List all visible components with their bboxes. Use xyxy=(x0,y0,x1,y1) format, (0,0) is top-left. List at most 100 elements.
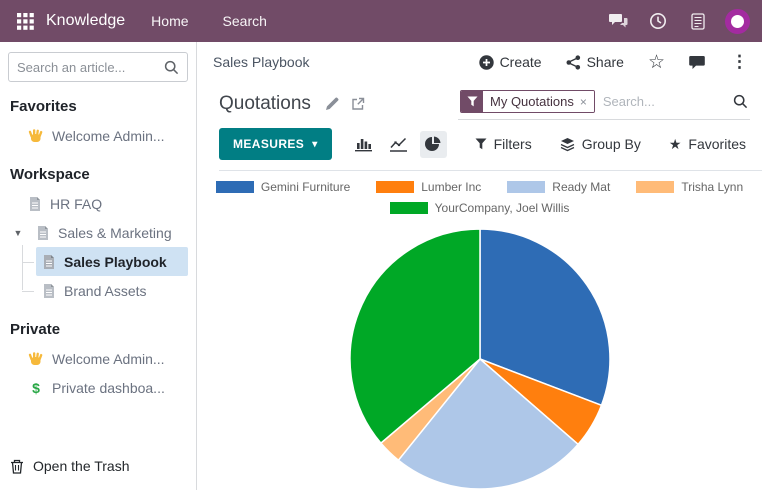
legend-label: YourCompany, Joel Willis xyxy=(435,201,570,215)
bar-chart-icon xyxy=(355,137,372,152)
sidebar-item-brand-assets[interactable]: Brand Assets xyxy=(36,276,188,305)
topbar: Knowledge Home Search xyxy=(0,0,762,42)
legend-label: Gemini Furniture xyxy=(261,180,350,194)
section-private-title: Private xyxy=(8,321,188,338)
hand-wave-icon xyxy=(28,128,44,144)
pie-chart-area xyxy=(197,228,762,490)
share-button[interactable]: Share xyxy=(566,54,624,70)
legend-swatch xyxy=(636,181,674,193)
facet-label: My Quotations xyxy=(490,94,574,109)
sidebar-item-sales-marketing[interactable]: ▼ Sales & Marketing xyxy=(8,218,188,247)
article-search-input[interactable] xyxy=(17,60,164,75)
embedded-view-header: Quotations My Quotations xyxy=(197,82,762,120)
sales-marketing-children: Sales Playbook Brand Assets xyxy=(22,247,188,305)
article-search-box[interactable] xyxy=(8,52,188,82)
document-icon xyxy=(42,283,56,299)
sidebar-item-label: Private dashboa... xyxy=(52,380,165,396)
bar-chart-button[interactable] xyxy=(350,131,377,158)
section-favorites-title: Favorites xyxy=(8,98,188,115)
breadcrumb-bar: Sales Playbook Create Share ☆ xyxy=(197,42,762,82)
modules-icon[interactable] xyxy=(683,8,713,34)
legend-label: Trisha Lynn xyxy=(681,180,743,194)
legend-item[interactable]: Trisha Lynn xyxy=(636,180,743,194)
create-button[interactable]: Create xyxy=(479,54,542,70)
menu-home[interactable]: Home xyxy=(151,13,188,29)
main-content: Sales Playbook Create Share ☆ xyxy=(197,42,762,490)
group-by-label: Group By xyxy=(582,136,641,152)
star-filled-icon: ★ xyxy=(669,136,682,153)
expander-icon[interactable]: ▼ xyxy=(8,228,28,238)
sidebar-item-private-dashboard[interactable]: $ Private dashboa... xyxy=(8,373,188,402)
document-icon xyxy=(28,196,42,212)
apps-grid-icon[interactable] xyxy=(12,8,38,34)
create-label: Create xyxy=(500,54,542,70)
pie-chart xyxy=(349,228,611,490)
view-search-bar: My Quotations × xyxy=(458,88,750,120)
measures-label: MEASURES xyxy=(233,137,304,151)
open-trash-label: Open the Trash xyxy=(33,458,130,474)
legend-label: Ready Mat xyxy=(552,180,610,194)
legend-swatch xyxy=(507,181,545,193)
share-label: Share xyxy=(587,54,624,70)
menu-search[interactable]: Search xyxy=(223,13,267,29)
document-icon xyxy=(42,254,56,270)
sidebar-item-hr-faq[interactable]: HR FAQ xyxy=(8,189,188,218)
knowledge-sidebar: Favorites Welcome Admin... Workspace HR … xyxy=(0,42,197,490)
section-workspace-title: Workspace xyxy=(8,166,188,183)
document-icon xyxy=(36,225,50,241)
sidebar-item-label: Sales Playbook xyxy=(64,254,167,270)
edit-pencil-icon[interactable] xyxy=(325,97,339,111)
sidebar-item-sales-playbook[interactable]: Sales Playbook xyxy=(36,247,188,276)
sidebar-item-label: Sales & Marketing xyxy=(58,225,172,241)
sidebar-item-welcome-favorite[interactable]: Welcome Admin... xyxy=(8,121,188,150)
hand-wave-icon xyxy=(28,351,44,367)
line-chart-button[interactable] xyxy=(385,131,412,158)
favorites-button[interactable]: ★ Favorites xyxy=(669,136,746,153)
pie-chart-button[interactable] xyxy=(420,131,447,158)
view-search-input[interactable] xyxy=(595,94,733,109)
filters-button[interactable]: Filters xyxy=(475,136,532,152)
legend-item[interactable]: YourCompany, Joel Willis xyxy=(390,201,570,215)
caret-down-icon: ▾ xyxy=(312,139,317,150)
filter-funnel-icon xyxy=(475,138,487,150)
user-avatar[interactable] xyxy=(725,9,750,34)
sidebar-item-welcome-private[interactable]: Welcome Admin... xyxy=(8,344,188,373)
chatter-icon[interactable] xyxy=(689,55,707,70)
layers-icon xyxy=(560,137,575,152)
trash-icon xyxy=(10,459,24,474)
legend-label: Lumber Inc xyxy=(421,180,481,194)
chart-legend: Gemini Furniture Lumber Inc Ready Mat Trish… xyxy=(197,180,762,222)
line-chart-icon xyxy=(390,137,407,152)
search-icon[interactable] xyxy=(733,94,748,109)
breadcrumb[interactable]: Sales Playbook xyxy=(213,54,310,70)
favorite-star-icon[interactable]: ☆ xyxy=(648,53,665,72)
plus-circle-icon xyxy=(479,55,494,70)
favorites-label: Favorites xyxy=(688,136,746,152)
sidebar-item-label: Brand Assets xyxy=(64,283,147,299)
pie-chart-icon xyxy=(425,136,441,152)
messages-icon[interactable] xyxy=(603,8,633,34)
legend-item[interactable]: Lumber Inc xyxy=(376,180,481,194)
activities-clock-icon[interactable] xyxy=(643,8,673,34)
group-by-button[interactable]: Group By xyxy=(560,136,641,152)
legend-swatch xyxy=(376,181,414,193)
measures-button[interactable]: MEASURES ▾ xyxy=(219,128,332,160)
sidebar-item-label: HR FAQ xyxy=(50,196,102,212)
sidebar-item-label: Welcome Admin... xyxy=(52,128,165,144)
app-title[interactable]: Knowledge xyxy=(46,12,125,30)
legend-item[interactable]: Gemini Furniture xyxy=(216,180,350,194)
dollar-icon: $ xyxy=(28,380,44,396)
legend-swatch xyxy=(390,202,428,214)
share-icon xyxy=(566,55,581,70)
view-title: Quotations xyxy=(219,93,311,115)
legend-swatch xyxy=(216,181,254,193)
open-trash-button[interactable]: Open the Trash xyxy=(8,452,188,480)
filters-label: Filters xyxy=(494,136,532,152)
legend-item[interactable]: Ready Mat xyxy=(507,180,610,194)
external-link-icon[interactable] xyxy=(351,97,365,111)
sidebar-item-label: Welcome Admin... xyxy=(52,351,165,367)
kebab-menu-icon[interactable]: ⋮ xyxy=(731,52,748,72)
facet-remove-icon[interactable]: × xyxy=(580,95,587,109)
filter-facet[interactable]: My Quotations × xyxy=(460,90,595,113)
filter-funnel-icon xyxy=(467,96,478,107)
